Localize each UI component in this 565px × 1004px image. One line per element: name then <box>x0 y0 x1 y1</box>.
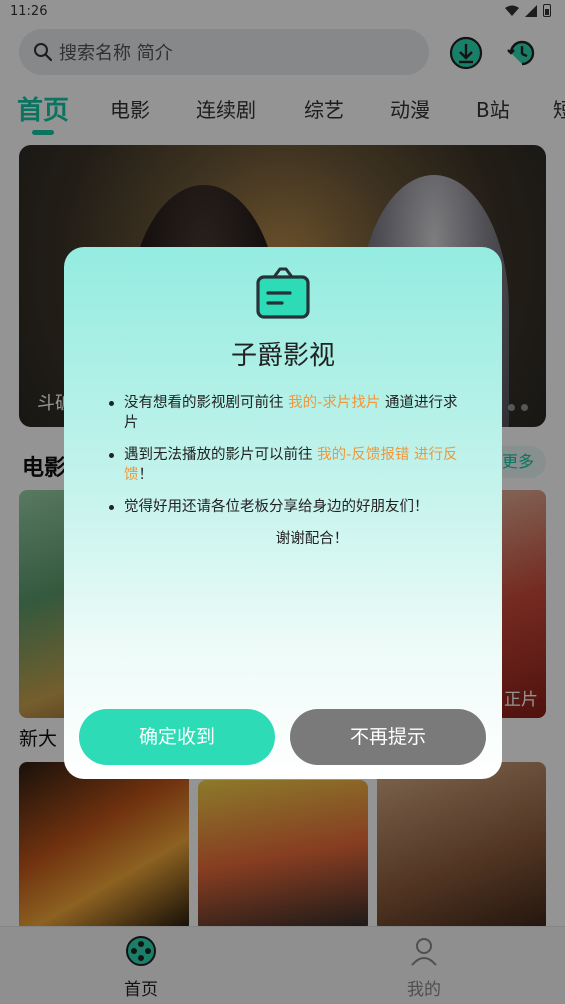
dialog-notice-list: 没有想看的影视剧可前往 我的-求片找片 通道进行求片 遇到无法播放的影片可以前往… <box>109 393 469 529</box>
highlight-link[interactable]: 我的-求片找片 <box>288 395 380 411</box>
dont-show-again-button[interactable]: 不再提示 <box>290 709 486 765</box>
tv-box-icon <box>256 267 310 319</box>
notice-item: 没有想看的影视剧可前往 我的-求片找片 通道进行求片 <box>109 393 469 433</box>
notice-item: 遇到无法播放的影片可以前往 我的-反馈报错 进行反馈！ <box>109 445 469 485</box>
dialog-title: 子爵影视 <box>230 341 335 371</box>
confirm-button[interactable]: 确定收到 <box>79 709 275 765</box>
notice-dialog: 子爵影视 没有想看的影视剧可前往 我的-求片找片 通道进行求片 遇到无法播放的影… <box>64 247 502 779</box>
dialog-thanks: 谢谢配合！ <box>275 531 349 547</box>
notice-item: 觉得好用还请各位老板分享给身边的好朋友们！ <box>109 497 469 517</box>
